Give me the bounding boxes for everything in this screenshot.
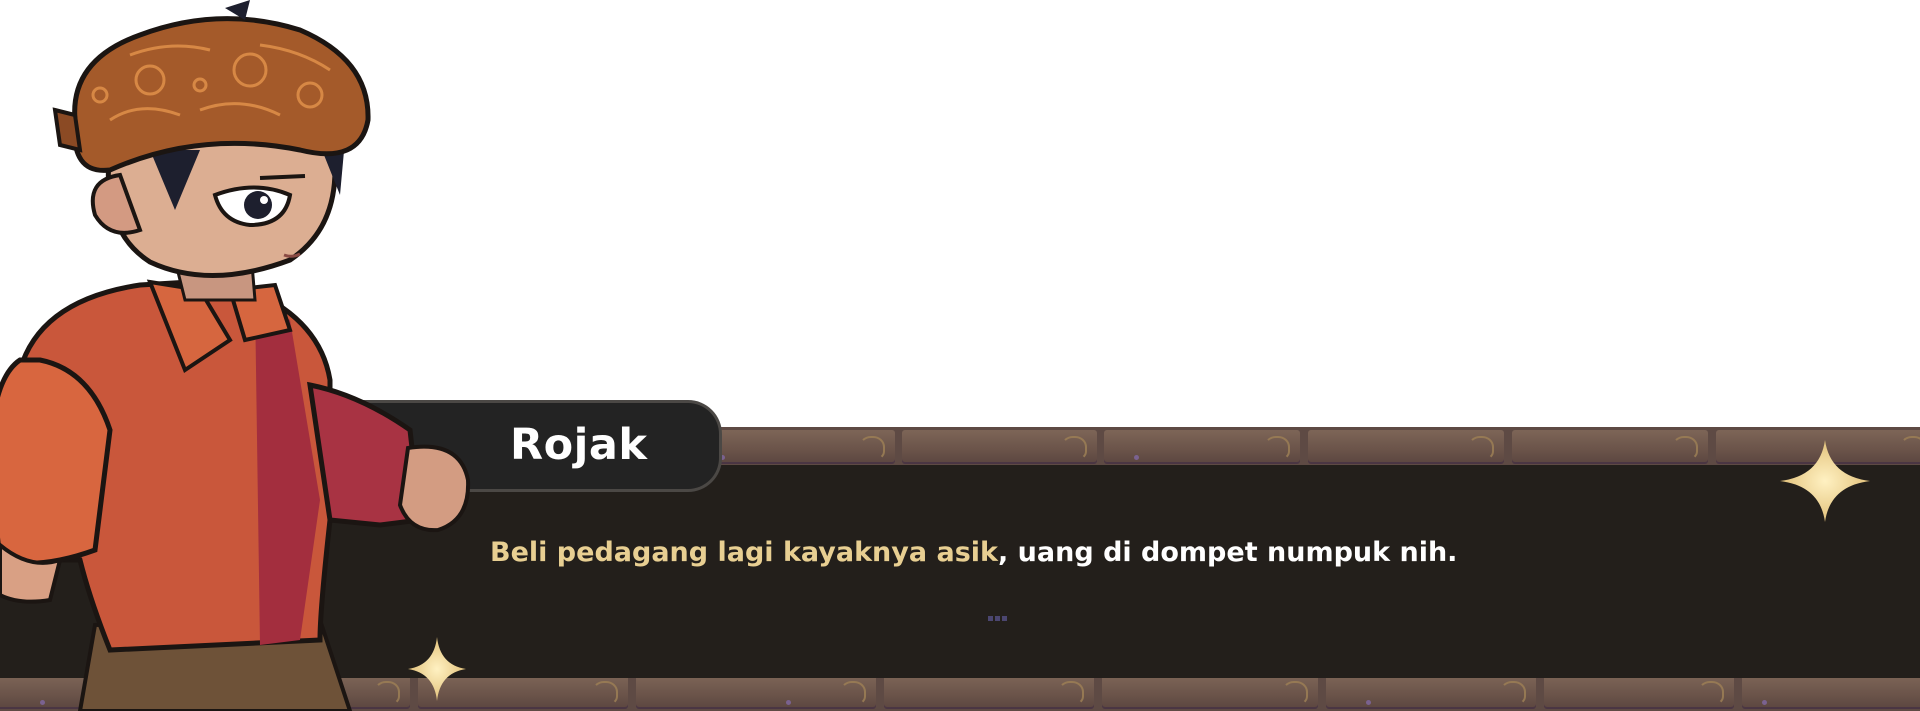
brick [1742,675,1920,709]
brick [884,675,1094,709]
brick [636,675,876,709]
sparkle-star-icon [408,637,466,701]
brick [1102,675,1318,709]
game-scene: Rojak Beli pedagang lagi kayaknya asik, … [0,0,1920,711]
brick [1308,430,1504,464]
brick [700,430,895,464]
brick [1104,430,1300,464]
continue-dot [988,616,993,621]
brick [1512,430,1708,464]
character-portrait [0,0,471,711]
continue-dot [1002,616,1007,621]
brick [1544,675,1734,709]
brick [1326,675,1536,709]
brick [902,430,1097,464]
dialog-line: Beli pedagang lagi kayaknya asik, uang d… [490,537,1457,568]
speaker-name: Rojak [510,420,648,470]
dialog-line-highlight: Beli pedagang lagi kayaknya asik [490,537,999,568]
sparkle-star-icon [1780,440,1870,522]
dialog-line-rest: , uang di dompet numpuk nih. [998,537,1458,568]
continue-indicator[interactable] [988,616,1008,621]
continue-dot [995,616,1000,621]
